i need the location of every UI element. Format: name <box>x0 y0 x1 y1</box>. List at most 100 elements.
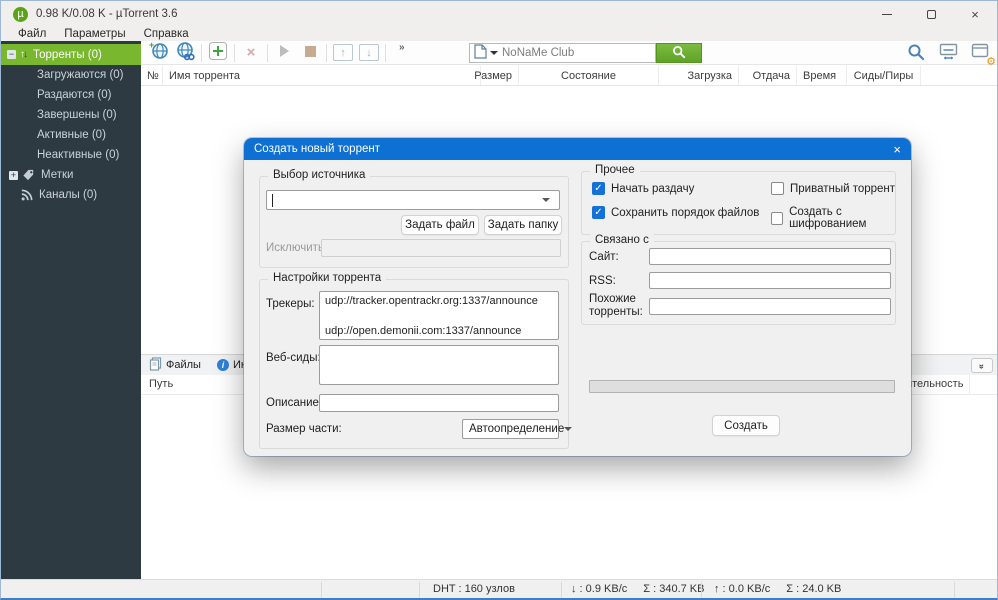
create-torrent-dialog: Создать новый торрент × Выбор источника … <box>244 138 911 456</box>
column-header-number[interactable]: № <box>141 66 163 85</box>
toolbar-separator <box>201 44 202 62</box>
column-header-path[interactable]: Путь <box>149 378 173 390</box>
search-input[interactable] <box>502 47 622 59</box>
toolbar-separator <box>267 44 268 62</box>
sidebar-item-labels[interactable]: + Метки <box>1 165 141 185</box>
checkbox-checked-icon: ✓ <box>592 182 605 195</box>
down-arrow-icon: ↓ <box>359 44 379 61</box>
search-magnifier-icon <box>672 45 686 62</box>
download-speed-status: ↓ : 0.9 KB/c Σ : 340.7 KB <box>571 583 704 595</box>
create-button[interactable]: Создать <box>712 415 780 436</box>
download-speed: ↓ : 0.9 KB/c <box>571 583 627 595</box>
sidebar-item-downloading[interactable]: Загружаются (0) <box>1 65 141 85</box>
checkbox-create-encrypted[interactable]: Создать с шифрованием <box>771 206 911 230</box>
add-torrent-url-button[interactable]: + <box>146 42 172 64</box>
sidebar-item-torrents[interactable]: − ↑↓ Торренты (0) <box>1 44 141 65</box>
sidebar-item-active[interactable]: Активные (0) <box>1 125 141 145</box>
site-input[interactable] <box>649 248 891 265</box>
source-combobox[interactable] <box>266 190 560 210</box>
upload-speed-status: ↑ : 0.0 KB/cΣ : 24.0 KB <box>714 583 841 595</box>
window-titlebar: µ 0.98 K/0.08 K - µTorrent 3.6 × <box>1 1 997 27</box>
select-chevron-icon <box>564 427 572 431</box>
description-input[interactable] <box>319 394 559 412</box>
dialog-titlebar: Создать новый торрент × <box>244 138 911 160</box>
menu-item-options[interactable]: Параметры <box>55 28 134 40</box>
column-header-status[interactable]: Состояние <box>519 66 659 85</box>
menu-item-file[interactable]: Файл <box>9 28 55 40</box>
start-button[interactable] <box>271 42 297 64</box>
piece-size-value: Автоопределение <box>469 423 564 435</box>
dialog-title: Создать новый торрент <box>254 143 380 155</box>
source-group-label: Выбор источника <box>268 169 370 181</box>
combobox-chevron-icon <box>542 198 550 202</box>
x-icon: × <box>247 44 256 61</box>
toolbar-separator <box>234 44 235 62</box>
rss-input[interactable] <box>649 272 891 289</box>
set-folder-button[interactable]: Задать папку <box>484 215 562 235</box>
description-label: Описание: <box>266 397 322 409</box>
trackers-textarea[interactable]: udp://tracker.opentrackr.org:1337/announ… <box>319 291 559 340</box>
search-button[interactable] <box>656 43 702 63</box>
column-header-name[interactable]: Имя торрента <box>163 66 481 85</box>
checkbox-private-torrent[interactable]: Приватный торрент <box>771 182 895 195</box>
remove-torrent-button[interactable]: × <box>238 42 264 64</box>
download-total: Σ : 340.7 KB <box>643 583 704 595</box>
column-header-upload[interactable]: Отдача <box>739 66 797 85</box>
column-header-size[interactable]: Размер <box>481 66 519 85</box>
column-header-time[interactable]: Время <box>797 66 847 85</box>
search-field[interactable] <box>469 43 656 63</box>
move-up-button[interactable]: ↑ <box>330 42 356 64</box>
column-header-duration[interactable]: ительность <box>906 378 963 390</box>
preferences-button[interactable]: ⚙ <box>967 42 993 64</box>
column-header-download[interactable]: Загрузка <box>659 66 739 85</box>
sidebar-item-seeding[interactable]: Раздаются (0) <box>1 85 141 105</box>
related-group-label: Связано с <box>590 234 654 246</box>
minimize-button[interactable] <box>865 1 909 27</box>
document-icon <box>474 44 487 62</box>
collapse-expander-icon[interactable]: − <box>7 50 16 59</box>
find-torrents-button[interactable] <box>903 42 929 64</box>
sidebar-item-label: Загружаются (0) <box>37 69 124 81</box>
menu-item-help[interactable]: Справка <box>135 28 198 40</box>
checkbox-start-seeding[interactable]: ✓ Начать раздачу <box>592 182 694 195</box>
tag-icon <box>22 169 35 182</box>
move-down-button[interactable]: ↓ <box>356 42 382 64</box>
double-chevron-down-icon: » <box>977 363 987 367</box>
create-progress-bar <box>589 380 895 393</box>
sidebar-item-feeds[interactable]: Каналы (0) <box>1 185 141 205</box>
toolbar-separator <box>326 44 327 62</box>
sidebar-item-label: Активные (0) <box>37 129 106 141</box>
upload-speed: ↑ : 0.0 KB/c <box>714 583 770 595</box>
maximize-button[interactable] <box>909 1 953 27</box>
play-icon <box>277 44 291 61</box>
search-box <box>469 43 702 63</box>
search-engine-dropdown-icon[interactable] <box>490 51 498 55</box>
set-file-button[interactable]: Задать файл <box>401 215 479 235</box>
webseeds-textarea[interactable] <box>319 345 559 385</box>
create-torrent-button[interactable] <box>205 42 231 64</box>
dialog-close-button[interactable]: × <box>893 143 901 156</box>
column-header-seeds-peers[interactable]: Сиды/Пиры <box>847 66 921 85</box>
checkbox-preserve-file-order[interactable]: ✓ Сохранить порядок файлов <box>592 206 759 219</box>
status-separator <box>701 582 702 598</box>
piece-size-select[interactable]: Автоопределение <box>462 419 559 439</box>
add-torrent-link-button[interactable] <box>172 42 198 64</box>
sidebar-item-label: Раздаются (0) <box>37 89 111 101</box>
rss-icon <box>21 189 33 201</box>
other-group-label: Прочее <box>590 164 640 176</box>
stop-button[interactable] <box>297 42 323 64</box>
toolbar-right-icons: ⚙ <box>903 42 993 64</box>
similar-torrents-input[interactable] <box>649 298 891 315</box>
close-button[interactable]: × <box>953 1 997 27</box>
collapse-panel-button[interactable]: » <box>971 358 993 373</box>
menu-bar: Файл Параметры Справка <box>1 27 997 41</box>
status-separator <box>321 582 322 598</box>
svg-text:+: + <box>149 41 154 50</box>
tab-files[interactable]: Файлы <box>149 357 201 374</box>
files-icon <box>149 357 162 374</box>
remote-access-button[interactable] <box>935 42 961 64</box>
expand-expander-icon[interactable]: + <box>9 171 18 180</box>
toolbar-overflow-button[interactable]: » <box>399 42 405 53</box>
sidebar-item-completed[interactable]: Завершены (0) <box>1 105 141 125</box>
sidebar-item-inactive[interactable]: Неактивные (0) <box>1 145 141 165</box>
